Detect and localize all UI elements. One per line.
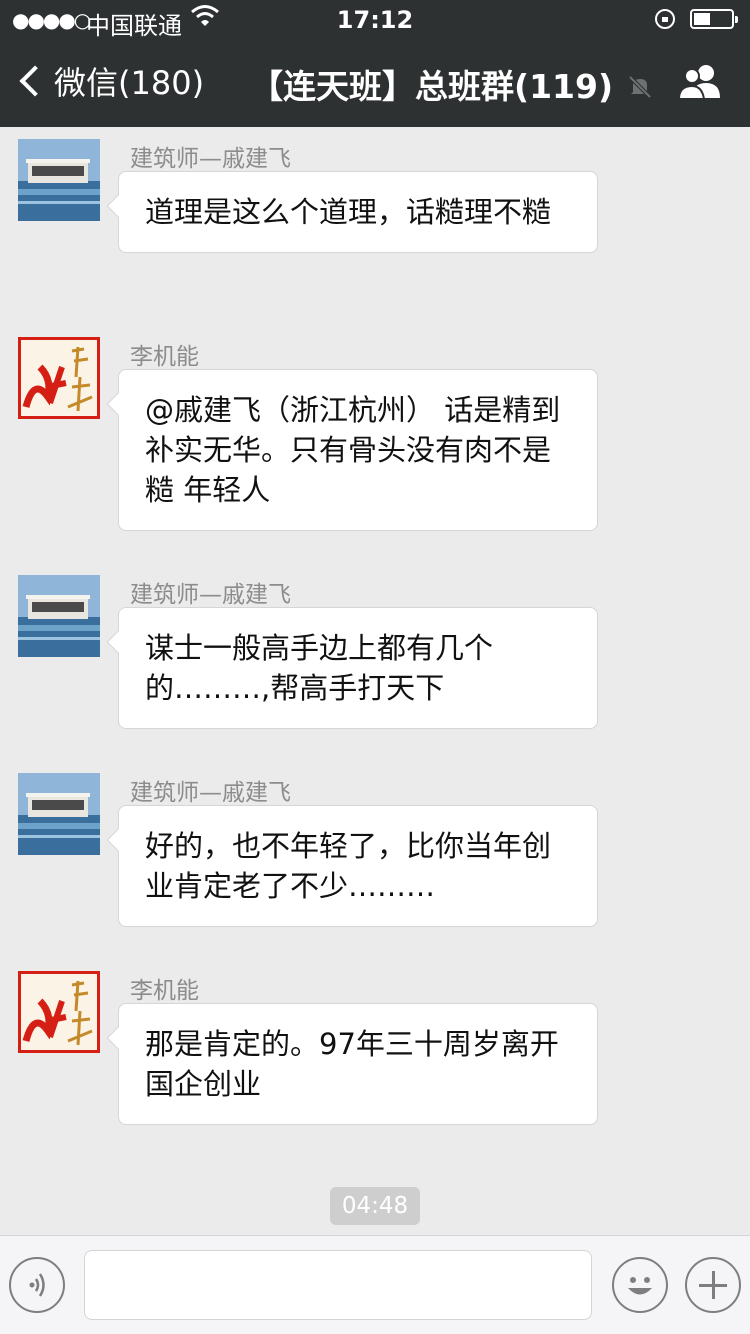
plus-icon[interactable]	[685, 1257, 741, 1313]
avatar-calligraphy[interactable]	[18, 971, 100, 1053]
avatar-calligraphy[interactable]	[18, 337, 100, 419]
voice-icon[interactable]	[9, 1257, 65, 1313]
message-input[interactable]	[84, 1250, 592, 1320]
message-bubble[interactable]: 那是肯定的。97年三十周岁离开国企创业	[118, 1003, 598, 1125]
message-text: 谋士一般高手边上都有几个的………,帮高手打天下	[145, 631, 494, 705]
sender-name: 建筑师—戚建飞	[130, 146, 291, 172]
chat-title: 【连天班】总班群(119)	[250, 67, 614, 106]
avatar-building[interactable]	[18, 139, 100, 221]
sender-name: 建筑师—戚建飞	[130, 582, 291, 608]
message-text: @戚建飞（浙江杭州） 话是精到补实无华。只有骨头没有肉不是糙 年轻人	[145, 393, 561, 507]
chevron-left-icon	[19, 65, 51, 97]
sender-name: 李机能	[130, 344, 199, 370]
battery-icon	[690, 9, 738, 29]
sender-name: 李机能	[130, 978, 199, 1004]
back-label: 微信(180)	[54, 64, 205, 102]
message-bubble[interactable]: 道理是这么个道理，话糙理不糙	[118, 171, 598, 253]
message-list[interactable]: 建筑师—戚建飞 道理是这么个道理，话糙理不糙 李机能 @戚建飞（浙江杭州） 话是…	[0, 127, 750, 1235]
emoji-icon[interactable]	[612, 1257, 668, 1313]
navigation-bar: 微信(180) 【连天班】总班群(119)	[0, 40, 750, 127]
status-time: 17:12	[336, 6, 414, 34]
status-bar: ●●●●○ 中国联通 17:12	[0, 0, 750, 40]
message-bubble[interactable]: 好的，也不年轻了，比你当年创业肯定老了不少………	[118, 805, 598, 927]
message-bubble[interactable]: @戚建飞（浙江杭州） 话是精到补实无华。只有骨头没有肉不是糙 年轻人	[118, 369, 598, 531]
time-divider: 04:48	[330, 1187, 420, 1225]
message-text: 那是肯定的。97年三十周岁离开国企创业	[145, 1027, 559, 1101]
battery-fill	[694, 13, 710, 25]
sender-name: 建筑师—戚建飞	[130, 780, 291, 806]
avatar-building[interactable]	[18, 773, 100, 855]
group-members-icon[interactable]	[676, 62, 724, 102]
rotation-lock-icon	[655, 9, 675, 29]
wechat-group-chat: ●●●●○ 中国联通 17:12 微信(180) 【连天班】总班群(119) 建…	[0, 0, 750, 1334]
input-bar	[0, 1235, 750, 1334]
back-button[interactable]: 微信(180)	[14, 56, 204, 106]
message-text: 好的，也不年轻了，比你当年创业肯定老了不少………	[145, 829, 552, 903]
message-bubble[interactable]: 谋士一般高手边上都有几个的………,帮高手打天下	[118, 607, 598, 729]
top-bar: ●●●●○ 中国联通 17:12 微信(180) 【连天班】总班群(119)	[0, 0, 750, 127]
mute-bell-icon	[627, 74, 653, 100]
message-text: 道理是这么个道理，话糙理不糙	[145, 195, 552, 229]
avatar-building[interactable]	[18, 575, 100, 657]
